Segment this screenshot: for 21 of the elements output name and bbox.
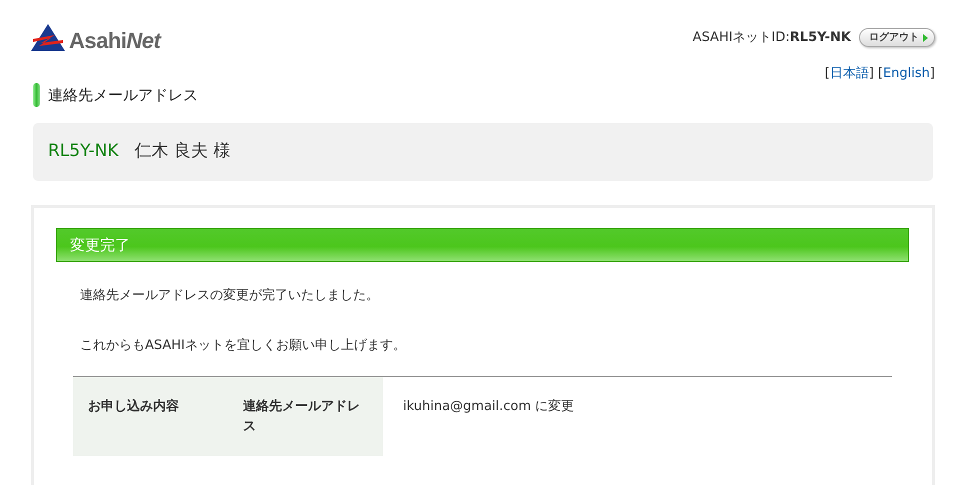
section-heading: 変更完了: [56, 228, 909, 262]
bracket: ]: [868, 66, 874, 80]
bracket: [: [824, 66, 830, 80]
bracket: [: [878, 66, 883, 80]
arrow-icon: [923, 34, 928, 42]
logout-button[interactable]: ログアウト: [859, 28, 935, 48]
page-title: 連絡先メールアドレス: [48, 84, 198, 106]
item-label: 連絡先メールアドレス: [228, 376, 383, 456]
message-text: これからもASAHIネットを宜しくお願い申し上げます。: [79, 336, 407, 354]
language-link[interactable]: 日本語: [830, 66, 869, 80]
bracket: ]: [930, 66, 935, 80]
user-id: RL5Y-NK: [48, 140, 118, 164]
logo[interactable]: AsahiNet: [31, 24, 160, 52]
title-marker: [33, 83, 40, 107]
language-link[interactable]: English: [882, 66, 930, 80]
message-text: 連絡先メールアドレスの変更が完了いたしました。: [79, 287, 380, 305]
user-name: 仁木 良夫 様: [134, 140, 230, 164]
logo-icon: [31, 24, 65, 52]
account-id: ASAHIネットID:RL5Y-NK: [692, 29, 851, 47]
row-heading: お申し込み内容: [73, 376, 228, 456]
value-cell: ikuhina@gmail.com に変更: [383, 376, 892, 456]
